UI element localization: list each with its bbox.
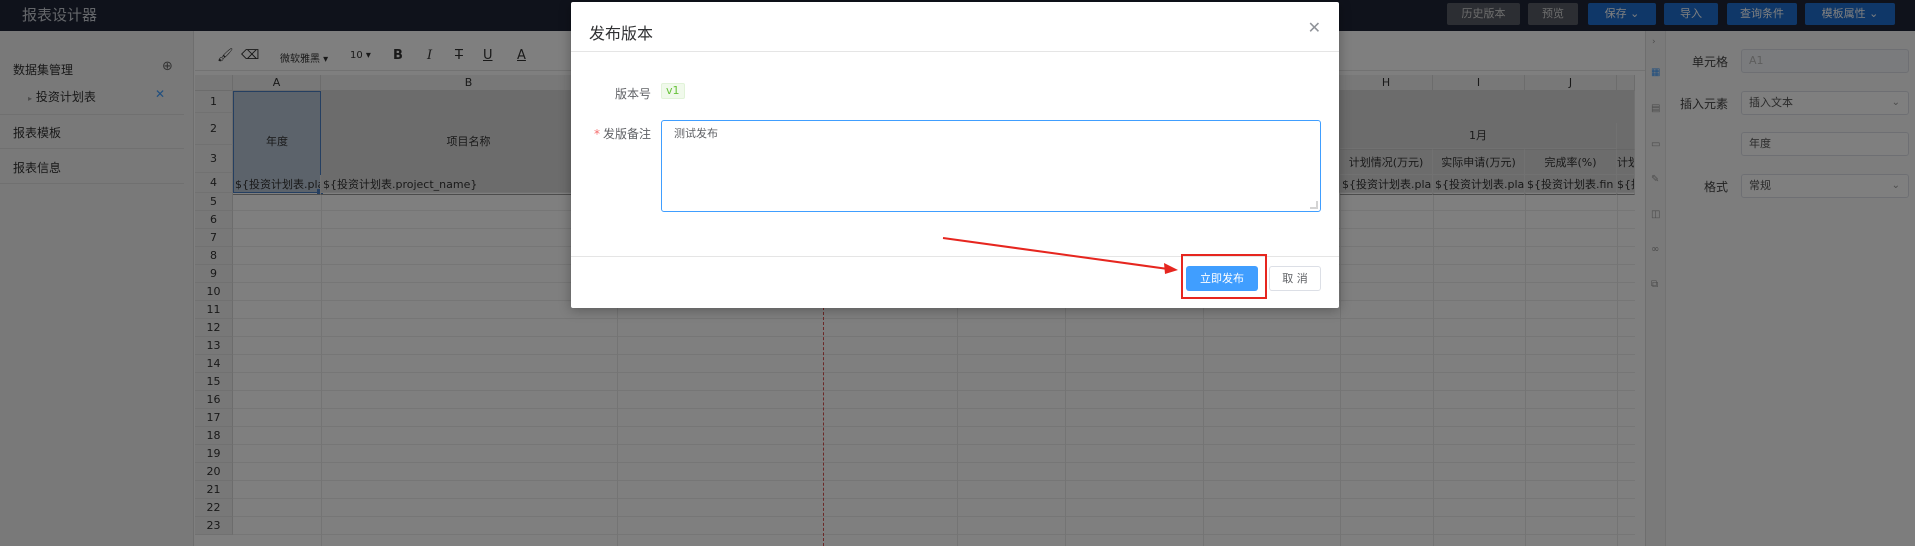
version-number-label: 版本号 bbox=[614, 87, 651, 101]
close-icon[interactable]: ✕ bbox=[1308, 18, 1321, 37]
release-note-label: * 发版备注 bbox=[571, 125, 651, 142]
release-note-textarea[interactable]: 测试发布 bbox=[661, 120, 1321, 212]
version-tag: v1 bbox=[661, 83, 685, 99]
release-note-label-text: 发版备注 bbox=[602, 127, 651, 141]
highlight-box bbox=[1181, 254, 1267, 299]
cancel-button[interactable]: 取 消 bbox=[1269, 266, 1321, 291]
resize-handle-icon[interactable] bbox=[1310, 201, 1318, 209]
dialog-title: 发布版本 bbox=[589, 24, 654, 43]
dialog-header-divider bbox=[571, 51, 1339, 52]
required-asterisk: * bbox=[593, 127, 600, 141]
